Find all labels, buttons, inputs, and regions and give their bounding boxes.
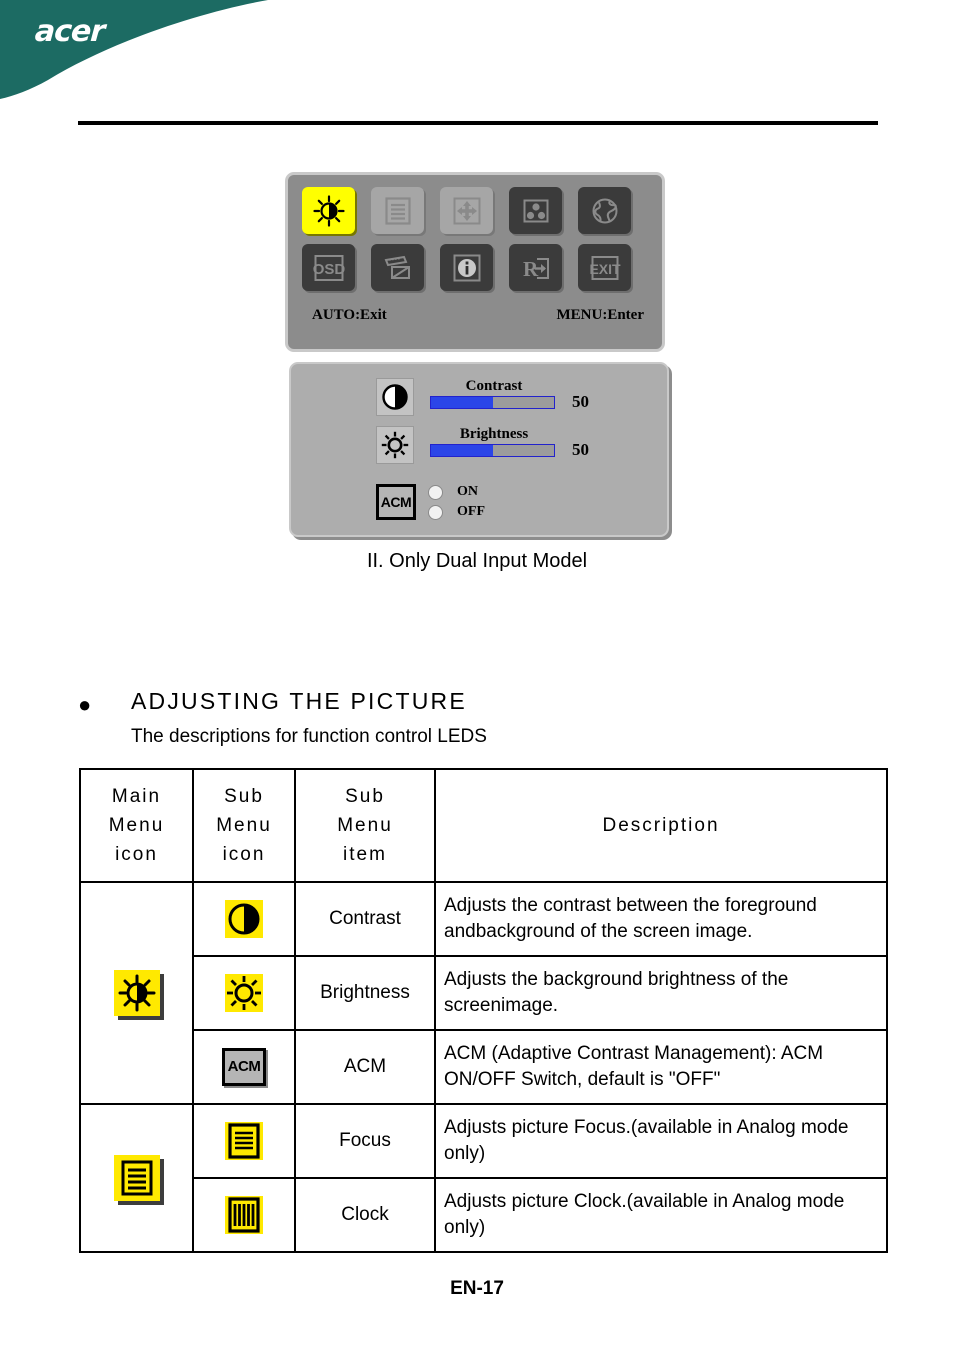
header-sub-menu-item: Sub Menu item [294, 768, 436, 883]
desc-acm: ACM (Adaptive Contrast Management): ACM … [434, 1029, 888, 1105]
osd-auto-exit-hint: AUTO:Exit [312, 307, 387, 323]
osd-exit-icon[interactable]: EXIT [578, 244, 631, 291]
header-line: Menu [108, 815, 165, 836]
acm-option-on[interactable]: ON [428, 482, 485, 502]
osd-figure: OSD R EXIT AUTO:Exit MENU:Enter Contrast… [285, 172, 675, 542]
focus-icon [225, 1122, 263, 1160]
acm-off-label: OFF [457, 504, 485, 519]
header-swoosh-shape [0, 0, 268, 99]
contrast-value: 50 [572, 392, 589, 411]
table-row: Contrast Adjusts the contrast between th… [79, 881, 888, 1105]
osd-sub-panel: Contrast 50 Brightness 50 ACM ON OFF [289, 362, 669, 537]
main-icon-focus-clock [79, 1103, 194, 1253]
function-control-table: Main Menu icon Sub Menu icon Sub Menu it… [79, 768, 888, 1253]
header-main-menu-icon: Main Menu icon [79, 768, 194, 883]
sub-icon-brightness [192, 955, 296, 1031]
section-title: ADJUSTING THE PICTURE [131, 688, 467, 714]
brightness-icon [225, 974, 263, 1012]
osd-input-source-icon[interactable] [371, 244, 424, 291]
item-focus: Focus [294, 1103, 436, 1179]
osd-information-icon[interactable] [440, 244, 493, 291]
contrast-label: Contrast [465, 378, 523, 394]
brightness-contrast-icon [113, 970, 160, 1016]
osd-main-menu: OSD R EXIT AUTO:Exit MENU:Enter [285, 172, 665, 352]
section-subtitle: The descriptions for function control LE… [131, 726, 487, 747]
table-row: Focus Adjusts picture Focus.(available i… [79, 1103, 888, 1253]
header-line: icon [222, 844, 266, 865]
osd-icon-row-1 [302, 187, 652, 234]
header-line: icon [115, 844, 158, 865]
acm-options: ON OFF [428, 482, 485, 522]
header-sub-menu-icon: Sub Menu icon [192, 768, 296, 883]
contrast-icon [376, 378, 414, 416]
contrast-slider-fill [431, 397, 493, 408]
contrast-slider[interactable] [430, 396, 555, 409]
sub-icon-clock [192, 1177, 296, 1253]
brightness-value: 50 [572, 440, 589, 459]
osd-position-icon[interactable] [440, 187, 493, 234]
svg-text:OSD: OSD [313, 261, 345, 278]
osd-icon-row-2: OSD R EXIT [302, 244, 652, 291]
brightness-label: Brightness [459, 426, 529, 442]
item-acm: ACM [294, 1029, 436, 1105]
osd-color-icon[interactable] [509, 187, 562, 234]
desc-contrast: Adjusts the contrast between the foregro… [434, 881, 888, 957]
acm-icon: ACM [376, 484, 416, 520]
acm-off-radio[interactable] [428, 504, 443, 520]
brightness-slider-fill [431, 445, 493, 456]
osd-menu-enter-hint: MENU:Enter [556, 307, 644, 323]
table-row: ACM ACM ACM (Adaptive Contrast Managemen… [80, 1029, 888, 1105]
osd-icon-grid: OSD R EXIT [302, 187, 652, 305]
sub-icon-acm: ACM [192, 1029, 296, 1105]
item-brightness: Brightness [294, 955, 436, 1031]
contrast-icon [225, 900, 263, 938]
osd-hint-bar: AUTO:Exit MENU:Enter [288, 307, 668, 324]
svg-text:EXIT: EXIT [589, 261, 621, 277]
clock-icon [225, 1196, 263, 1234]
osd-settings-icon[interactable]: OSD [302, 244, 355, 291]
section-bullet: ● [78, 692, 92, 717]
contrast-control-row: Contrast 50 [376, 378, 589, 416]
table-row: Brightness Adjusts the background bright… [80, 955, 888, 1031]
brightness-control-row: Brightness 50 [376, 426, 589, 464]
acm-option-off[interactable]: OFF [428, 502, 485, 522]
header-line: Main [111, 786, 162, 807]
header-line: Menu [216, 815, 272, 836]
sub-icon-focus [192, 1103, 296, 1179]
table-row: Clock Adjusts picture Clock.(available i… [80, 1177, 888, 1253]
sub-icon-contrast [192, 881, 296, 957]
desc-focus: Adjusts picture Focus.(available in Anal… [434, 1103, 888, 1179]
page-header: acer [0, 0, 954, 100]
acm-on-label: ON [457, 484, 478, 499]
header-line: Menu [337, 815, 393, 836]
acm-control-row: ACM ON OFF [376, 482, 485, 522]
header-line: item [343, 844, 387, 865]
figure-caption: II. Only Dual Input Model [366, 550, 588, 572]
acm-icon: ACM [222, 1048, 266, 1086]
header-description: Description [434, 768, 888, 883]
header-line: Sub [345, 786, 385, 807]
focus-clock-icon [113, 1155, 160, 1201]
acer-logo: acer [33, 14, 106, 49]
header-divider-rule [78, 121, 878, 125]
page-footer: EN-17 [450, 1278, 504, 1299]
brightness-icon [376, 426, 414, 464]
main-icon-brightness-contrast [79, 881, 194, 1105]
desc-brightness: Adjusts the background brightness of the… [434, 955, 888, 1031]
item-contrast: Contrast [294, 881, 436, 957]
osd-reset-icon[interactable]: R [509, 244, 562, 291]
osd-focus-clock-icon[interactable] [371, 187, 424, 234]
osd-brightness-contrast-icon[interactable] [302, 187, 355, 234]
acm-on-radio[interactable] [428, 484, 443, 500]
header-line: Sub [224, 786, 264, 807]
item-clock: Clock [294, 1177, 436, 1253]
desc-clock: Adjusts picture Clock.(available in Anal… [434, 1177, 888, 1253]
brightness-slider[interactable] [430, 444, 555, 457]
table-header-row: Main Menu icon Sub Menu icon Sub Menu it… [79, 768, 888, 883]
osd-language-globe-icon[interactable] [578, 187, 631, 234]
